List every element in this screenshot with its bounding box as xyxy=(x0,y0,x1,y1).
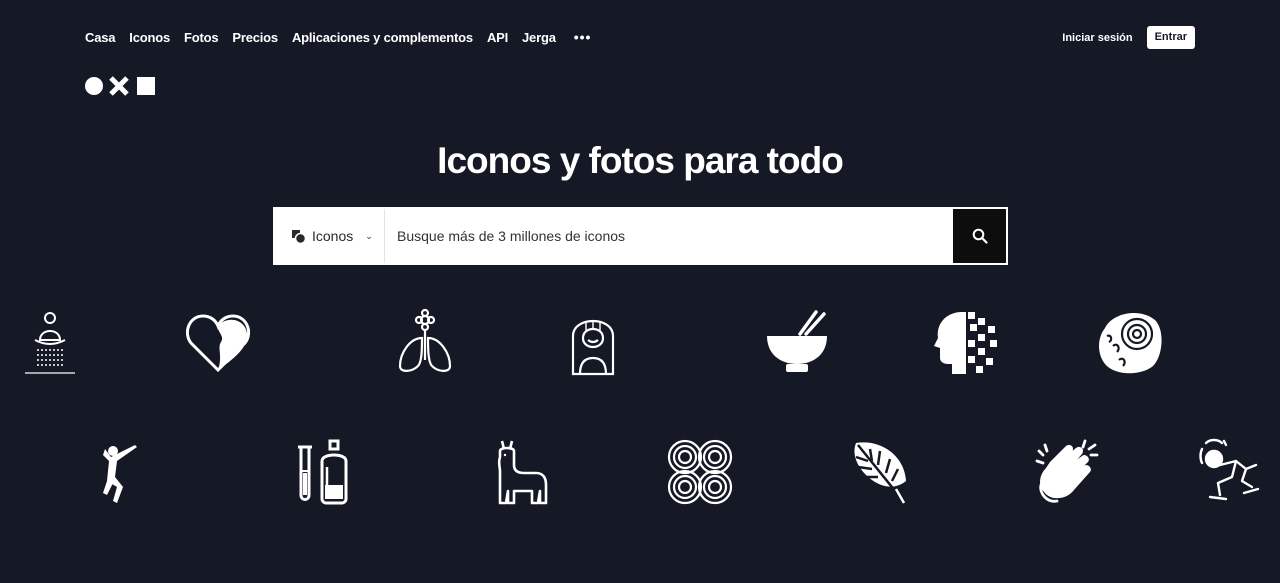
collection-icon xyxy=(292,229,306,244)
search-input[interactable] xyxy=(385,209,953,263)
join-button[interactable]: Entrar xyxy=(1146,26,1195,49)
brand-logo[interactable] xyxy=(85,76,157,96)
meditation-icon[interactable] xyxy=(15,308,85,378)
monstera-leaf-icon[interactable] xyxy=(848,437,918,507)
llama-icon[interactable] xyxy=(490,437,560,507)
nav-jerga[interactable]: Jerga xyxy=(522,30,556,45)
nav-aplicaciones[interactable]: Aplicaciones y complementos xyxy=(292,30,473,45)
logo-icon xyxy=(85,76,155,96)
search-type-dropdown[interactable]: Iconos ⌄ xyxy=(275,209,385,263)
bowl-chopsticks-icon[interactable] xyxy=(762,308,832,378)
search-bar: Iconos ⌄ xyxy=(273,207,1008,265)
search-button[interactable] xyxy=(953,209,1006,263)
ammonite-fossil-icon[interactable] xyxy=(1095,308,1165,378)
top-nav: Casa Iconos Fotos Precios Aplicaciones y… xyxy=(85,29,591,45)
lungs-flower-icon[interactable] xyxy=(390,308,460,378)
nav-casa[interactable]: Casa xyxy=(85,30,115,45)
chevron-down-icon: ⌄ xyxy=(365,230,373,241)
nav-precios[interactable]: Precios xyxy=(232,30,278,45)
nav-iconos[interactable]: Iconos xyxy=(129,30,170,45)
more-menu-button[interactable]: ••• xyxy=(574,29,592,45)
test-tubes-icon[interactable] xyxy=(290,437,360,507)
heart-face-icon[interactable] xyxy=(183,308,253,378)
auth-area: Iniciar sesión Entrar xyxy=(1062,26,1195,49)
login-link[interactable]: Iniciar sesión xyxy=(1062,32,1132,44)
dancer-icon[interactable] xyxy=(85,437,155,507)
woman-portrait-icon[interactable] xyxy=(558,308,628,378)
nav-api[interactable]: API xyxy=(487,30,508,45)
skateboarder-icon[interactable] xyxy=(1196,437,1266,507)
clapping-hands-icon[interactable] xyxy=(1033,437,1103,507)
knot-pattern-icon[interactable] xyxy=(665,437,735,507)
hero-title: Iconos y fotos para todo xyxy=(437,140,844,181)
pixel-head-icon[interactable] xyxy=(932,308,1002,378)
nav-fotos[interactable]: Fotos xyxy=(184,30,219,45)
search-icon xyxy=(972,228,988,244)
search-type-label: Iconos xyxy=(312,228,354,244)
